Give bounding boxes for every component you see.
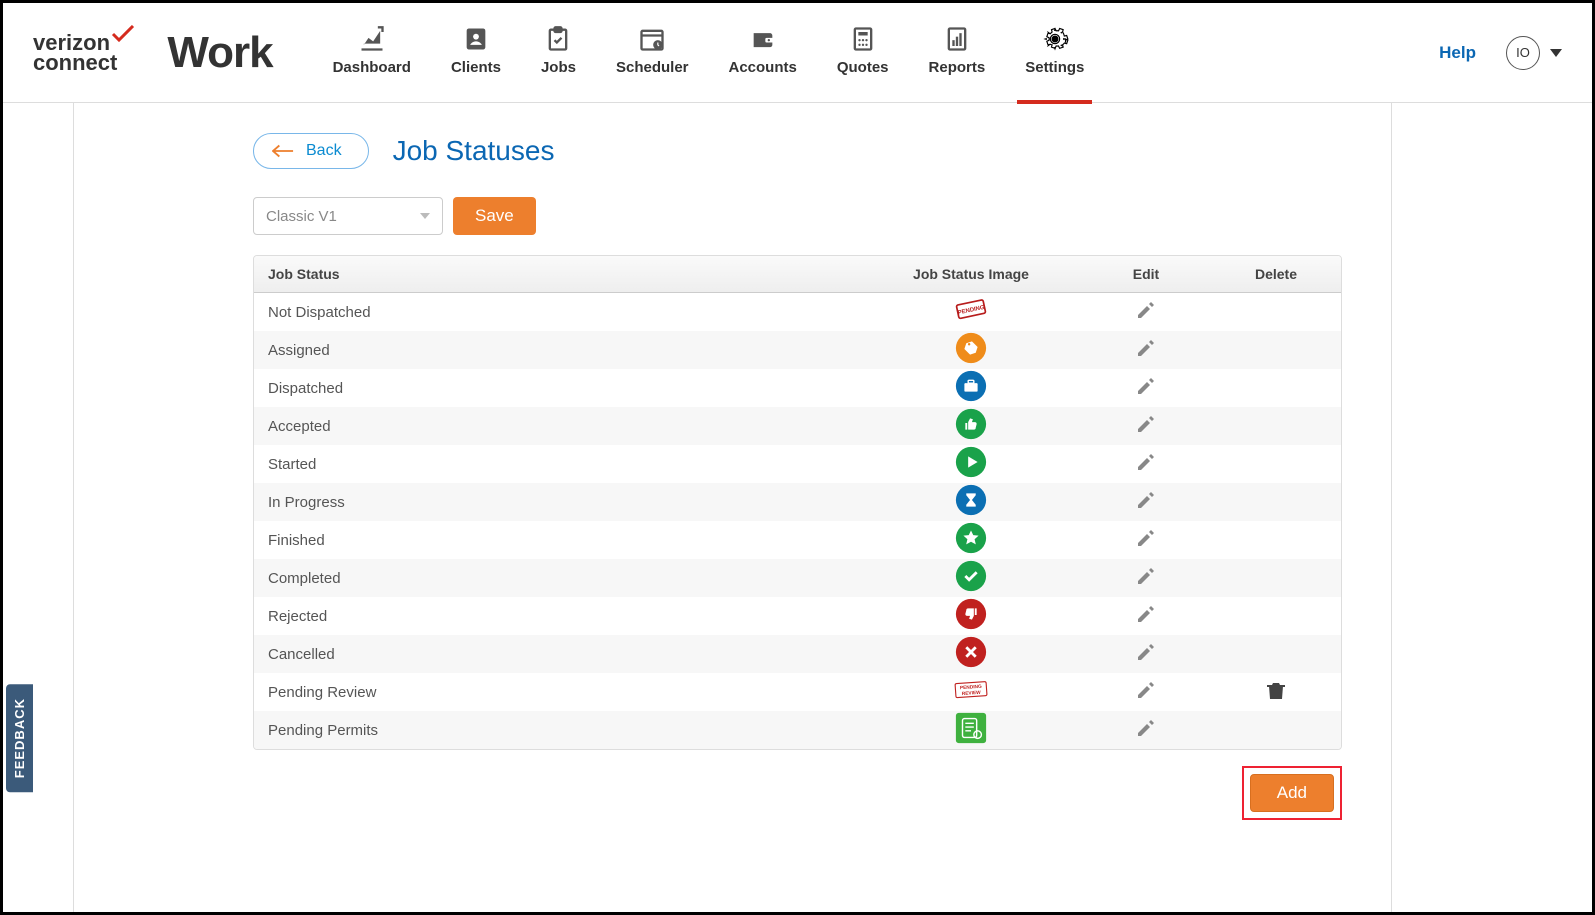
col-header-name: Job Status: [254, 256, 861, 292]
check-icon: [111, 25, 135, 43]
wallet-icon: [749, 25, 777, 53]
nav-clients[interactable]: Clients: [451, 25, 501, 80]
status-table: Job Status Job Status Image Edit Delete …: [253, 255, 1342, 750]
status-name: Not Dispatched: [254, 304, 861, 321]
help-link[interactable]: Help: [1439, 43, 1476, 63]
status-name: Assigned: [254, 342, 861, 359]
nav-label: Jobs: [541, 59, 576, 76]
brand: verizon connect Work: [33, 28, 273, 78]
delete-button[interactable]: [1211, 670, 1341, 714]
delete-button: [1211, 302, 1341, 322]
table-row: Rejected: [254, 597, 1341, 635]
controls-row: Classic V1 Save: [253, 197, 1342, 235]
add-wrap: Add: [253, 766, 1342, 820]
topbar-right: Help IO: [1439, 36, 1562, 70]
table-row: Pending Review PENDINGREVIEW: [254, 673, 1341, 711]
add-button[interactable]: Add: [1250, 774, 1334, 812]
page-header: Back Job Statuses: [253, 133, 1342, 169]
status-name: Cancelled: [254, 646, 861, 663]
status-name: Pending Review: [254, 684, 861, 701]
status-name: In Progress: [254, 494, 861, 511]
delete-button: [1211, 340, 1341, 360]
nav-dashboard[interactable]: Dashboard: [333, 25, 411, 80]
table-row: Assigned: [254, 331, 1341, 369]
delete-button: [1211, 492, 1341, 512]
delete-button: [1211, 568, 1341, 588]
col-header-delete: Delete: [1211, 256, 1341, 292]
chart-up-icon: [358, 25, 386, 53]
back-label: Back: [306, 142, 342, 160]
status-name: Rejected: [254, 608, 861, 625]
delete-button: [1211, 606, 1341, 626]
delete-button: [1211, 530, 1341, 550]
status-name: Accepted: [254, 418, 861, 435]
status-name: Dispatched: [254, 380, 861, 397]
calculator-icon: [849, 25, 877, 53]
product-name: Work: [167, 28, 272, 78]
arrow-left-icon: [272, 144, 294, 158]
nav-label: Quotes: [837, 59, 889, 76]
table-header: Job Status Job Status Image Edit Delete: [254, 256, 1341, 293]
nav-scheduler[interactable]: Scheduler: [616, 25, 689, 80]
svg-text:PENDING: PENDING: [960, 684, 982, 692]
delete-button: [1211, 378, 1341, 398]
template-select[interactable]: Classic V1: [253, 197, 443, 235]
status-name: Completed: [254, 570, 861, 587]
nav-label: Settings: [1025, 59, 1084, 76]
table-row: Started: [254, 445, 1341, 483]
nav-jobs[interactable]: Jobs: [541, 25, 576, 80]
feedback-tab[interactable]: FEEDBACK: [6, 684, 33, 792]
col-header-edit: Edit: [1081, 256, 1211, 292]
table-row: In Progress: [254, 483, 1341, 521]
page-title: Job Statuses: [393, 135, 555, 167]
table-row: Accepted: [254, 407, 1341, 445]
brand-line2: connect: [33, 53, 117, 73]
back-button[interactable]: Back: [253, 133, 369, 169]
report-icon: [943, 25, 971, 53]
content: Back Job Statuses Classic V1 Save Job St…: [3, 103, 1592, 820]
verizon-connect-logo: verizon connect: [33, 33, 117, 73]
table-row: Completed: [254, 559, 1341, 597]
nav-accounts[interactable]: Accounts: [729, 25, 797, 80]
delete-button: [1211, 720, 1341, 740]
table-row: Finished: [254, 521, 1341, 559]
nav-label: Dashboard: [333, 59, 411, 76]
nav-quotes[interactable]: Quotes: [837, 25, 889, 80]
nav-reports[interactable]: Reports: [929, 25, 986, 80]
delete-button: [1211, 644, 1341, 664]
status-name: Finished: [254, 532, 861, 549]
nav-menu: Dashboard Clients Jobs Scheduler Account…: [333, 25, 1085, 80]
status-name: Started: [254, 456, 861, 473]
nav-label: Accounts: [729, 59, 797, 76]
nav-settings[interactable]: Settings: [1025, 25, 1084, 80]
gear-icon: [1041, 25, 1069, 53]
nav-label: Clients: [451, 59, 501, 76]
select-value: Classic V1: [266, 208, 337, 225]
delete-button: [1211, 416, 1341, 436]
caret-down-icon: [1550, 49, 1562, 57]
calendar-icon: [638, 25, 666, 53]
save-button[interactable]: Save: [453, 197, 536, 235]
nav-label: Reports: [929, 59, 986, 76]
user-menu[interactable]: IO: [1506, 36, 1562, 70]
table-row: Not Dispatched PENDING: [254, 293, 1341, 331]
table-row: Pending Permits: [254, 711, 1341, 749]
nav-label: Scheduler: [616, 59, 689, 76]
top-bar: verizon connect Work Dashboard Clients J…: [3, 3, 1592, 103]
clipboard-icon: [544, 25, 572, 53]
table-row: Cancelled: [254, 635, 1341, 673]
avatar: IO: [1506, 36, 1540, 70]
delete-button: [1211, 454, 1341, 474]
edit-button[interactable]: [1081, 708, 1211, 750]
table-row: Dispatched: [254, 369, 1341, 407]
add-highlight: Add: [1242, 766, 1342, 820]
status-name: Pending Permits: [254, 722, 861, 739]
status-icon: [861, 701, 1081, 750]
contacts-icon: [462, 25, 490, 53]
